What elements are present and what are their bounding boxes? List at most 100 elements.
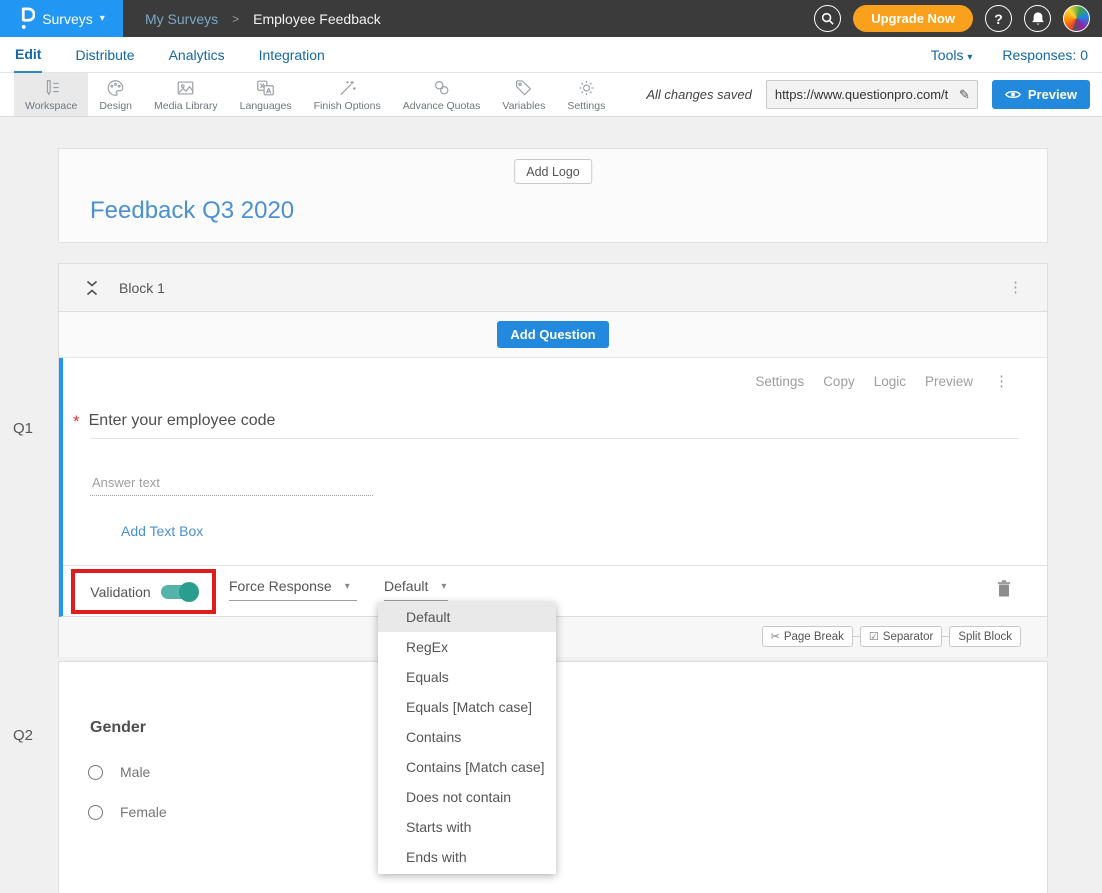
toolbar-item-settings[interactable]: Settings (556, 73, 616, 116)
split-block-button[interactable]: Split Block (949, 626, 1021, 647)
breadcrumb-current-survey: Employee Feedback (253, 11, 381, 27)
dropdown-item-equals-match-case[interactable]: Equals [Match case] (378, 692, 556, 722)
question-card-q1: Settings Copy Logic Preview ⋮ * Enter yo… (59, 358, 1047, 617)
eye-icon (1005, 89, 1021, 100)
survey-header-card: Add Logo Feedback Q3 2020 (58, 148, 1048, 243)
answer-text-field[interactable]: Answer text (92, 475, 160, 490)
tools-menu[interactable]: Tools ▾ (931, 47, 973, 63)
survey-canvas: Q1 Q2 Add Logo Feedback Q3 2020 Block 1 … (0, 117, 1102, 893)
scissors-icon: ✂ (771, 630, 780, 643)
settings-icon (576, 78, 597, 98)
question-menu-kebab-icon[interactable]: ⋮ (994, 374, 1009, 389)
page-break-button[interactable]: ✂ Page Break (762, 626, 853, 647)
validation-annotation-box: Validation (71, 569, 216, 614)
toolbar-item-finish-options[interactable]: Finish Options (303, 73, 392, 116)
caret-down-icon: ▾ (100, 13, 105, 24)
avatar[interactable] (1063, 5, 1090, 32)
survey-url-input[interactable] (767, 81, 952, 108)
insert-buttons: ✂ Page Break ☑ Separator Split Block (762, 626, 1021, 647)
dropdown-item-regex[interactable]: RegEx (378, 632, 556, 662)
add-question-row: Add Question (59, 312, 1047, 358)
add-question-button[interactable]: Add Question (497, 321, 608, 348)
tab-edit[interactable]: Edit (14, 37, 42, 73)
block-header: Block 1 ⋮ (59, 264, 1047, 312)
dropdown-item-equals[interactable]: Equals (378, 662, 556, 692)
surveys-product-menu[interactable]: Surveys ▾ (0, 0, 123, 37)
validation-label: Validation (90, 584, 150, 600)
question-settings-link[interactable]: Settings (755, 374, 804, 389)
toggle-knob (179, 582, 199, 602)
add-text-box-link[interactable]: Add Text Box (121, 523, 203, 539)
edit-url-button[interactable]: ✎ (952, 87, 977, 103)
question-copy-link[interactable]: Copy (823, 374, 855, 389)
radio-option-female[interactable]: Female (88, 804, 167, 820)
radio-option-male[interactable]: Male (88, 764, 150, 780)
caret-down-icon: ▾ (441, 581, 446, 592)
collapse-block-icon[interactable] (85, 280, 99, 296)
dropdown-item-default[interactable]: Default (378, 602, 556, 632)
advance-quotas-icon (431, 78, 452, 98)
caret-down-icon: ▾ (345, 581, 350, 592)
dropdown-item-starts-with[interactable]: Starts with (378, 812, 556, 842)
help-icon: ? (994, 11, 1003, 27)
edit-toolbar: Workspace Design Media Library Languages (0, 73, 1102, 117)
add-logo-button[interactable]: Add Logo (514, 159, 592, 184)
pencil-icon: ✎ (959, 87, 970, 102)
radio-icon (88, 805, 103, 820)
question-number-q2: Q2 (13, 727, 33, 744)
breadcrumb-separator: > (232, 12, 239, 26)
topbar-actions: Upgrade Now ? (814, 5, 1102, 32)
delete-question-button[interactable] (996, 580, 1012, 598)
question-preview-link[interactable]: Preview (925, 374, 973, 389)
dropdown-item-contains-match-case[interactable]: Contains [Match case] (378, 752, 556, 782)
toolbar-item-languages[interactable]: Languages (229, 73, 303, 116)
question-text[interactable]: Gender (90, 719, 146, 737)
tab-distribute[interactable]: Distribute (74, 38, 135, 72)
toolbar-right: All changes saved ✎ Preview (646, 73, 1102, 116)
breadcrumb-my-surveys[interactable]: My Surveys (145, 11, 218, 27)
question-actions: Settings Copy Logic Preview ⋮ (755, 374, 1009, 389)
trash-icon (997, 580, 1011, 597)
block-title[interactable]: Block 1 (119, 280, 165, 296)
answer-field-underline (90, 495, 373, 496)
toolbar-item-advance-quotas[interactable]: Advance Quotas (392, 73, 492, 116)
dropdown-item-contains[interactable]: Contains (378, 722, 556, 752)
tab-analytics[interactable]: Analytics (168, 38, 226, 72)
force-response-select[interactable]: Force Response ▾ (229, 578, 357, 601)
toolbar-item-variables[interactable]: Variables (491, 73, 556, 116)
block-menu-kebab-icon[interactable]: ⋮ (1008, 280, 1023, 295)
section-tabs: Edit Distribute Analytics Integration To… (0, 37, 1102, 73)
survey-title[interactable]: Feedback Q3 2020 (90, 197, 294, 225)
validation-type-dropdown: Default RegEx Equals Equals [Match case]… (378, 602, 556, 874)
finish-options-icon (337, 78, 358, 98)
help-button[interactable]: ? (985, 5, 1012, 32)
questionpro-survey-editor: Surveys ▾ My Surveys > Employee Feedback… (0, 0, 1102, 893)
responses-count[interactable]: Responses: 0 (1002, 47, 1088, 63)
validation-type-select[interactable]: Default ▾ (384, 578, 448, 601)
save-status: All changes saved (646, 87, 752, 102)
variables-icon (513, 78, 534, 98)
bell-icon (1031, 11, 1045, 26)
search-button[interactable] (814, 5, 841, 32)
toolbar-item-media-library[interactable]: Media Library (143, 73, 229, 116)
question-logic-link[interactable]: Logic (874, 374, 906, 389)
toolbar-item-workspace[interactable]: Workspace (14, 73, 88, 116)
survey-url-box: ✎ (766, 80, 978, 109)
block-1: Block 1 ⋮ Add Question Settings Copy Log… (58, 263, 1048, 657)
validation-toggle[interactable] (161, 585, 197, 599)
dropdown-item-does-not-contain[interactable]: Does not contain (378, 782, 556, 812)
preview-button[interactable]: Preview (992, 80, 1090, 109)
design-icon (105, 78, 126, 98)
workspace-icon (41, 78, 62, 98)
upgrade-now-button[interactable]: Upgrade Now (853, 5, 973, 32)
checkbox-icon: ☑ (869, 630, 879, 643)
notifications-button[interactable] (1024, 5, 1051, 32)
separator-button[interactable]: ☑ Separator (860, 626, 942, 647)
radio-icon (88, 765, 103, 780)
toolbar-item-design[interactable]: Design (88, 73, 143, 116)
topbar: Surveys ▾ My Surveys > Employee Feedback… (0, 0, 1102, 37)
question-text[interactable]: Enter your employee code (89, 412, 276, 430)
dropdown-item-ends-with[interactable]: Ends with (378, 842, 556, 872)
tab-integration[interactable]: Integration (258, 38, 326, 72)
breadcrumb: My Surveys > Employee Feedback (145, 11, 381, 27)
